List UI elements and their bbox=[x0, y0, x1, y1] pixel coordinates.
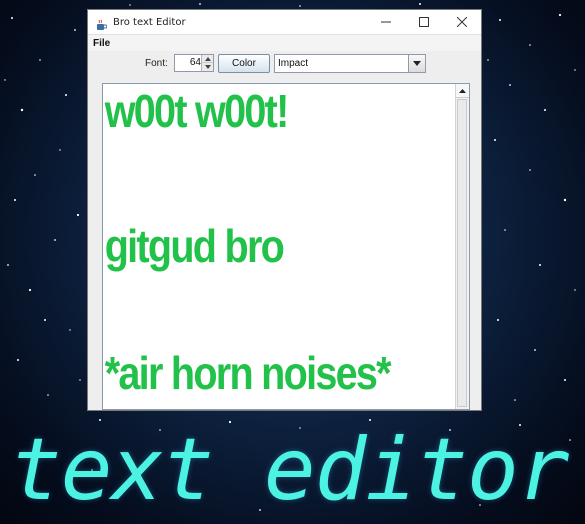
banner-text: text editor bbox=[10, 420, 570, 520]
title-bar[interactable]: Bro text Editor bbox=[88, 10, 481, 35]
editor-window: Bro text Editor File Font: 64 Color Impa… bbox=[87, 9, 482, 411]
spinner-up-button[interactable] bbox=[201, 55, 213, 63]
text-line: *air horn noises* bbox=[104, 347, 392, 399]
spinner-down-button[interactable] bbox=[201, 63, 213, 71]
minimize-icon bbox=[381, 21, 391, 23]
window-title: Bro text Editor bbox=[113, 16, 186, 28]
font-family-dropdown-button[interactable] bbox=[408, 55, 425, 72]
color-button[interactable]: Color bbox=[218, 54, 270, 73]
font-size-label: Font: bbox=[145, 58, 168, 69]
text-line: w00t w00t! bbox=[104, 85, 290, 137]
font-size-spinner[interactable]: 64 bbox=[174, 54, 214, 72]
toolbar: Font: 64 Color Impact bbox=[88, 51, 481, 75]
menu-file[interactable]: File bbox=[93, 38, 110, 49]
maximize-button[interactable] bbox=[405, 10, 443, 34]
font-family-value: Impact bbox=[278, 58, 309, 69]
maximize-icon bbox=[419, 17, 429, 27]
editor-content[interactable]: w00t w00t! gitgud bro *air horn noises* bbox=[103, 84, 406, 409]
arrow-down-icon bbox=[204, 65, 211, 69]
close-button[interactable] bbox=[443, 10, 481, 34]
menu-bar: File bbox=[88, 35, 481, 51]
arrow-up-icon bbox=[204, 56, 211, 61]
minimize-button[interactable] bbox=[367, 10, 405, 34]
arrow-up-icon bbox=[459, 88, 466, 93]
java-app-icon bbox=[95, 16, 108, 30]
scrollbar-thumb[interactable] bbox=[457, 99, 467, 407]
text-line: gitgud bro bbox=[104, 220, 285, 272]
close-icon bbox=[457, 17, 467, 27]
scroll-up-button[interactable] bbox=[456, 84, 469, 98]
font-size-value[interactable]: 64 bbox=[175, 55, 201, 71]
vertical-scrollbar[interactable] bbox=[455, 84, 469, 409]
text-area[interactable]: w00t w00t! gitgud bro *air horn noises* bbox=[102, 83, 470, 410]
font-family-select[interactable]: Impact bbox=[274, 54, 426, 73]
chevron-down-icon bbox=[413, 61, 421, 66]
